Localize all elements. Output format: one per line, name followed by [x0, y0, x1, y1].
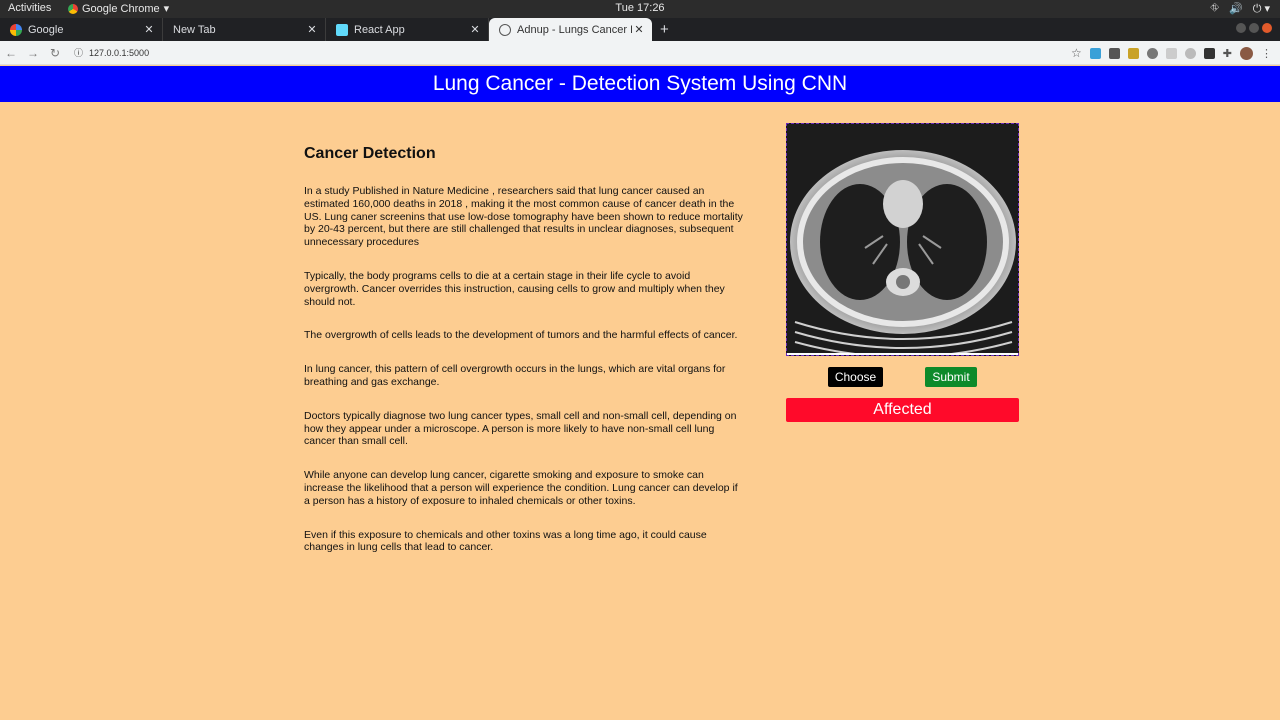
info-icon: ⓘ	[74, 48, 84, 58]
chevron-down-icon: ▾	[163, 3, 170, 15]
action-buttons: Choose Submit	[786, 367, 1019, 387]
volume-icon: 🔊	[1229, 3, 1243, 15]
choose-file-button[interactable]: Choose	[828, 367, 883, 387]
tab-label: Adnup - Lungs Cancer Det	[517, 23, 632, 36]
new-tab-button[interactable]: +	[652, 18, 677, 41]
power-icon: ⏻ ▾	[1252, 3, 1270, 15]
maximize-button[interactable]	[1249, 23, 1259, 33]
tab-label: Google	[28, 23, 64, 36]
tab-strip: Google ✕ New Tab ✕ React App ✕ Adnup - L…	[0, 18, 1280, 41]
tab-react-app[interactable]: React App ✕	[326, 18, 489, 41]
article-paragraph: Typically, the body programs cells to di…	[304, 269, 725, 308]
menu-icon[interactable]: ⋮	[1261, 47, 1272, 60]
extension-icon[interactable]	[1108, 47, 1120, 59]
ct-scan-preview	[786, 123, 1019, 356]
back-icon[interactable]: ←	[0, 46, 22, 60]
tab-adnup[interactable]: Adnup - Lungs Cancer Det ✕	[489, 18, 652, 41]
close-icon[interactable]: ✕	[305, 23, 319, 36]
prediction-result: Affected	[786, 398, 1019, 422]
network-icon: ⛗	[1210, 2, 1220, 14]
article-paragraph: In a study Published in Nature Medicine …	[304, 185, 743, 249]
address-bar: ← → ↻ ⓘ 127.0.0.1:5000 ☆ ✚ ⋮	[0, 41, 1280, 65]
close-window-button[interactable]	[1262, 23, 1272, 33]
submit-button[interactable]: Submit	[925, 367, 977, 387]
extension-icon[interactable]	[1165, 47, 1177, 59]
clock[interactable]: Tue 17:26	[0, 2, 1280, 14]
tab-label: New Tab	[173, 23, 216, 36]
forward-icon[interactable]: →	[22, 46, 44, 60]
article-paragraph: Even if this exposure to chemicals and o…	[304, 528, 707, 554]
article-paragraph: In lung cancer, this pattern of cell ove…	[304, 363, 726, 388]
close-icon[interactable]: ✕	[468, 23, 482, 36]
tab-label: React App	[354, 23, 405, 36]
app-menu[interactable]: Google Chrome ▾	[68, 2, 169, 15]
url-field[interactable]: ⓘ 127.0.0.1:5000	[74, 46, 149, 59]
app-menu-label: Google Chrome	[82, 2, 160, 15]
react-icon	[336, 23, 348, 36]
star-icon[interactable]: ☆	[1071, 46, 1082, 60]
extension-icon[interactable]	[1146, 47, 1158, 59]
chrome-icon	[68, 3, 78, 14]
ct-scan-image	[787, 124, 1018, 355]
article-paragraph: Doctors typically diagnose two lung canc…	[304, 409, 737, 448]
window-controls	[1236, 23, 1272, 33]
url-text: 127.0.0.1:5000	[89, 47, 150, 58]
extension-icon[interactable]	[1184, 47, 1196, 59]
article-paragraph: The overgrowth of cells leads to the dev…	[304, 329, 738, 342]
reload-icon[interactable]: ↻	[44, 46, 66, 60]
tab-google[interactable]: Google ✕	[0, 18, 163, 41]
article: Cancer Detection In a study Published in…	[304, 145, 744, 575]
extension-icon[interactable]	[1089, 47, 1101, 59]
globe-icon	[499, 23, 511, 36]
system-tray[interactable]: ⛗ 🔊 ⏻ ▾	[1210, 2, 1270, 16]
system-top-bar: Activities Google Chrome ▾ Tue 17:26 ⛗ 🔊…	[0, 0, 1280, 18]
extension-icon[interactable]	[1203, 47, 1215, 59]
puzzle-icon[interactable]: ✚	[1223, 47, 1232, 60]
close-icon[interactable]: ✕	[632, 23, 646, 36]
page-title: Lung Cancer - Detection System Using CNN	[0, 66, 1280, 102]
activities-button[interactable]: Activities	[8, 2, 51, 14]
article-paragraph: While anyone can develop lung cancer, ci…	[304, 469, 738, 507]
close-icon[interactable]: ✕	[142, 23, 156, 36]
avatar[interactable]	[1240, 46, 1253, 60]
tab-new-tab[interactable]: New Tab ✕	[163, 18, 326, 41]
extension-icon[interactable]	[1127, 47, 1139, 59]
article-heading: Cancer Detection	[304, 145, 436, 162]
minimize-button[interactable]	[1236, 23, 1246, 33]
google-icon	[10, 23, 22, 36]
extensions-area: ☆ ✚ ⋮	[1071, 46, 1272, 60]
